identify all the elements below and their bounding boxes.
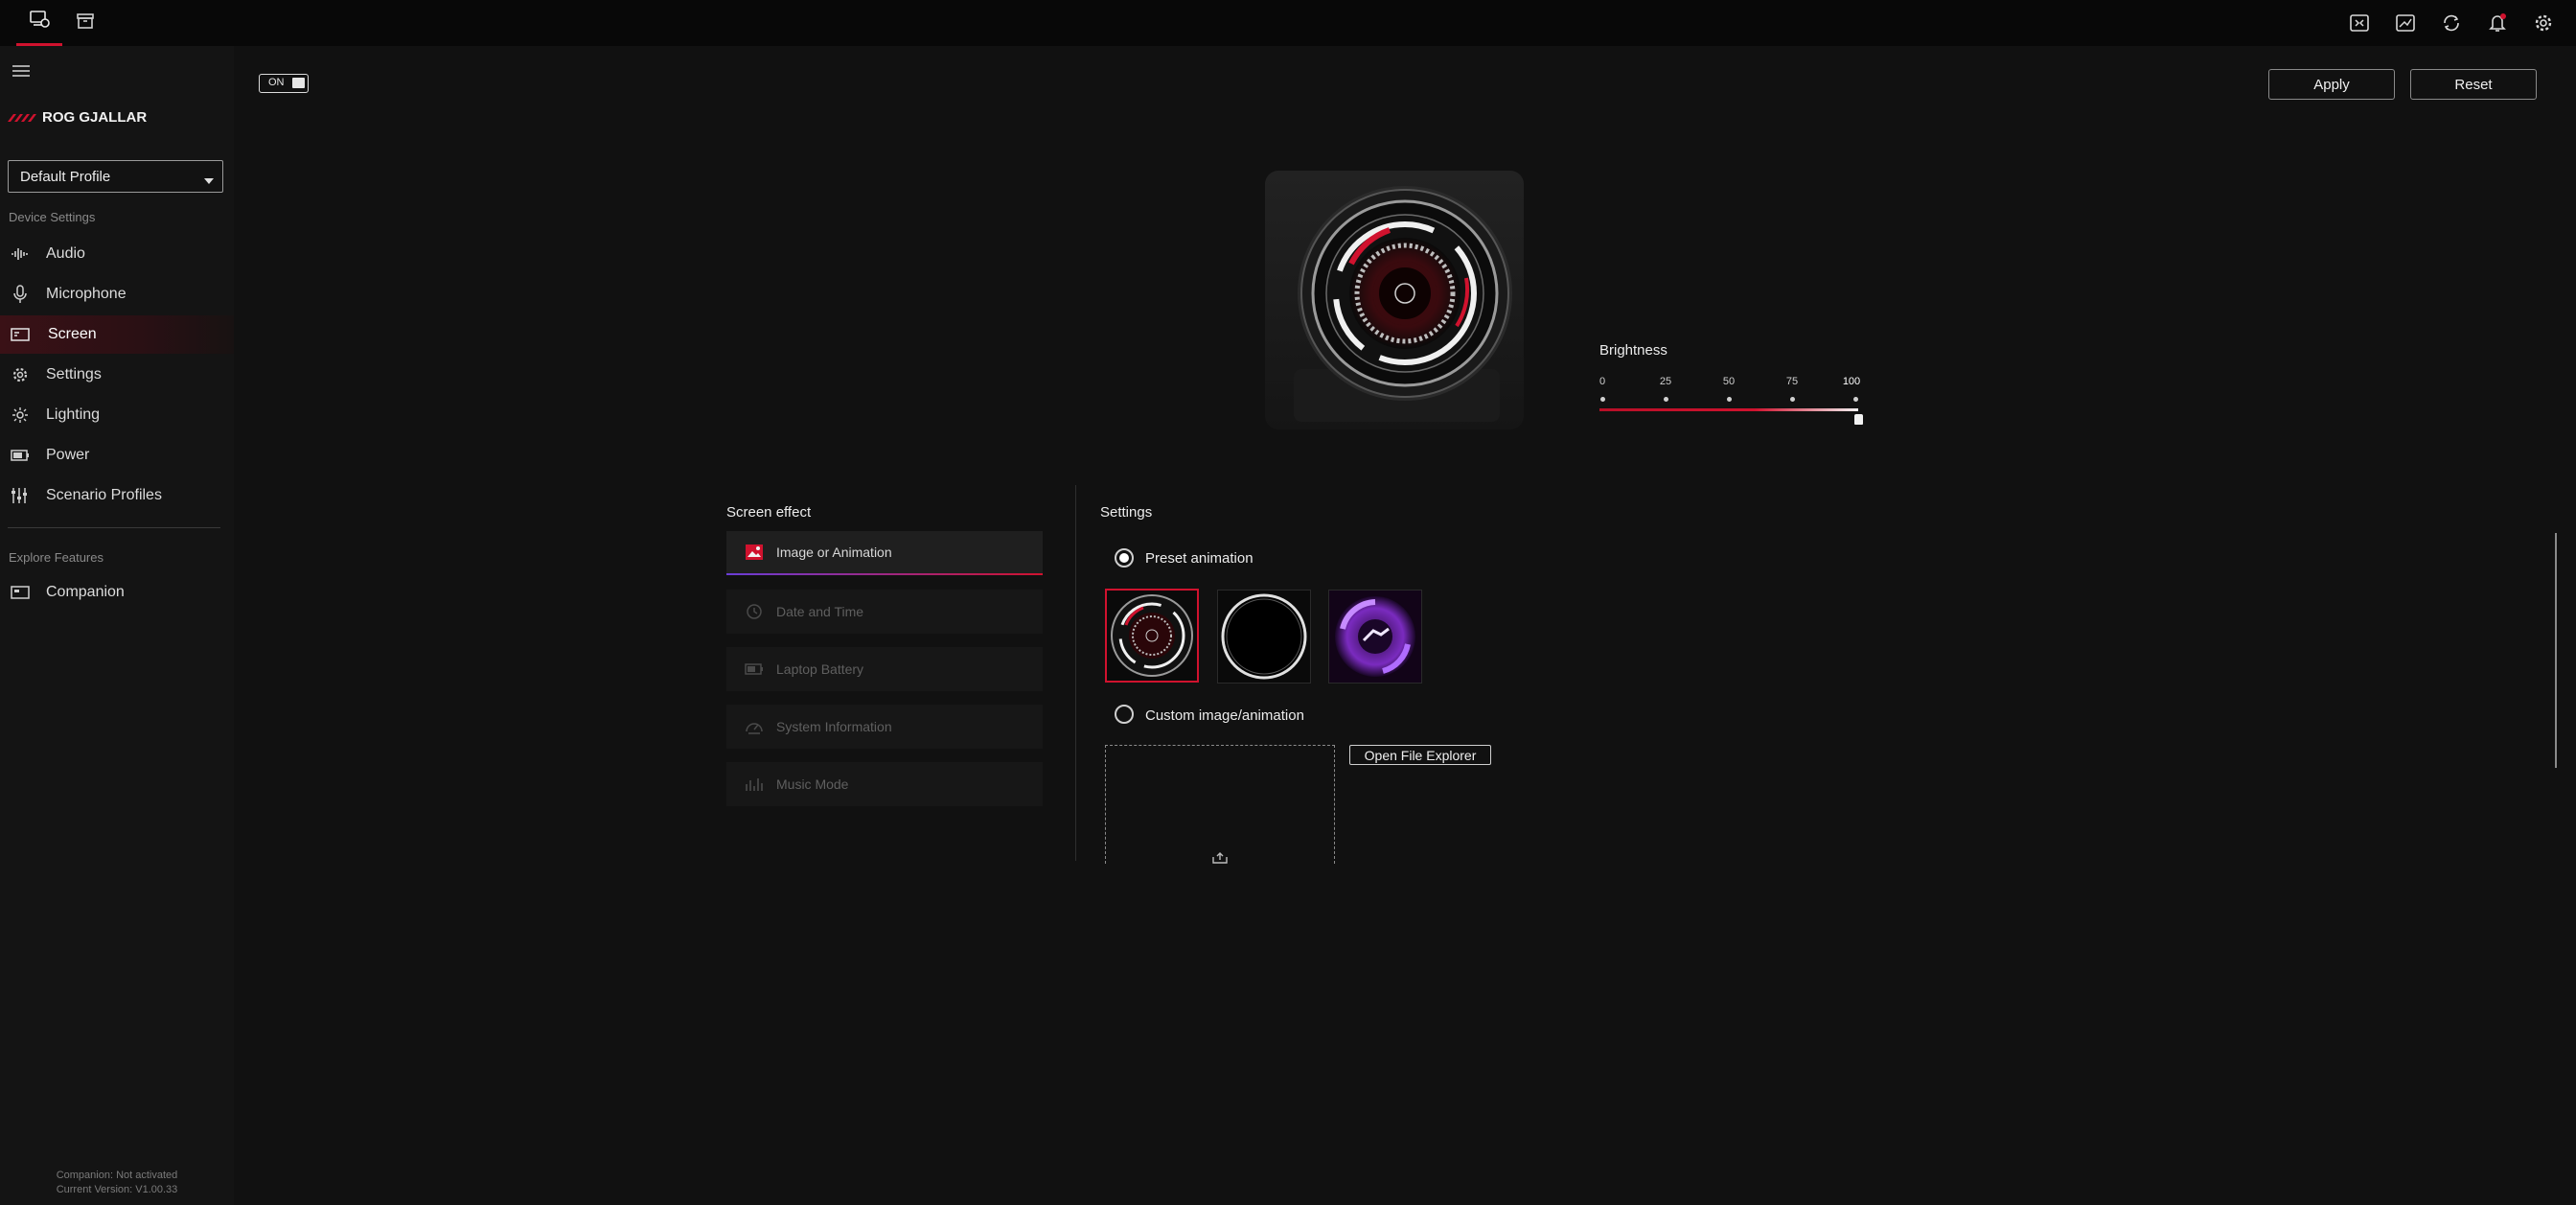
profile-dropdown[interactable]: Default Profile — [8, 160, 223, 193]
tick-dot — [1727, 397, 1732, 402]
effect-label: Image or Animation — [776, 545, 892, 560]
effect-laptop-battery[interactable]: Laptop Battery — [726, 647, 1043, 691]
sidebar-item-label: Scenario Profiles — [46, 487, 162, 503]
preset-thumbnail-2[interactable] — [1217, 590, 1311, 684]
sidebar-item-audio[interactable]: Audio — [0, 235, 234, 273]
tick-label: 50 — [1722, 376, 1736, 387]
preset-animation-label: Preset animation — [1145, 550, 1254, 567]
sidebar-item-label: Screen — [48, 326, 97, 342]
gauge-icon — [744, 716, 765, 737]
effect-music-mode[interactable]: Music Mode — [726, 762, 1043, 806]
sidebar-item-screen[interactable]: Screen — [0, 315, 234, 354]
sidebar-item-lighting[interactable]: Lighting — [0, 396, 234, 434]
device-preview — [1246, 163, 1533, 441]
store-icon — [75, 11, 96, 36]
tab-device[interactable] — [16, 0, 62, 46]
sidebar-item-label: Settings — [46, 366, 102, 382]
section-device-settings: Device Settings — [9, 210, 96, 224]
custom-image-label: Custom image/animation — [1145, 707, 1304, 724]
screen-icon — [10, 324, 31, 345]
keyboard-icon[interactable] — [2346, 10, 2373, 36]
effect-image-or-animation[interactable]: Image or Animation — [726, 531, 1043, 575]
system-monitor-icon[interactable] — [2392, 10, 2419, 36]
sidebar-item-settings[interactable]: Settings — [0, 356, 234, 394]
sidebar: ROG GJALLAR Default Profile Device Setti… — [0, 46, 234, 1205]
tick-dot — [1790, 397, 1795, 402]
effect-label: Music Mode — [776, 776, 849, 792]
equalizer-icon — [744, 774, 765, 795]
effect-date-and-time[interactable]: Date and Time — [726, 590, 1043, 634]
toggle-label: ON — [268, 77, 285, 88]
sidebar-item-label: Power — [46, 447, 90, 463]
brightness-slider[interactable]: 0 25 50 75 100 — [1583, 372, 1871, 429]
open-file-explorer-button[interactable]: Open File Explorer — [1349, 745, 1491, 765]
screen-effect-title: Screen effect — [726, 504, 812, 521]
tick-dot — [1853, 397, 1858, 402]
sidebar-item-scenario-profiles[interactable]: Scenario Profiles — [0, 476, 234, 515]
divider — [8, 527, 220, 528]
sync-icon[interactable] — [2438, 10, 2465, 36]
gear-icon — [10, 364, 31, 385]
upload-icon — [1211, 851, 1229, 865]
sidebar-item-power[interactable]: Power — [0, 436, 234, 475]
top-bar — [0, 0, 2576, 46]
tick-dot — [1600, 397, 1605, 402]
rog-logo-icon — [8, 111, 36, 123]
image-icon — [744, 542, 765, 563]
clock-icon — [744, 601, 765, 622]
effect-label: Laptop Battery — [776, 661, 864, 677]
settings-title: Settings — [1100, 504, 1153, 521]
slider-track — [1599, 408, 1858, 411]
battery-icon — [744, 659, 765, 680]
sidebar-item-label: Companion — [46, 584, 125, 600]
tab-store[interactable] — [62, 0, 108, 46]
sidebar-item-label: Audio — [46, 245, 85, 262]
custom-image-dropzone[interactable] — [1105, 745, 1335, 864]
tick-label: 75 — [1785, 376, 1799, 387]
brand: ROG GJALLAR — [8, 107, 147, 127]
sidebar-footer: Companion: Not activated Current Version… — [0, 1169, 234, 1197]
tick-dot — [1664, 397, 1668, 402]
chevron-down-icon — [203, 173, 215, 184]
battery-icon — [10, 445, 31, 466]
microphone-icon — [10, 284, 31, 305]
scrollbar[interactable] — [2555, 533, 2557, 768]
preset-thumbnail-3[interactable] — [1328, 590, 1422, 684]
notification-bell-icon[interactable] — [2484, 10, 2511, 36]
divider — [1075, 485, 1076, 861]
brightness-label: Brightness — [1599, 342, 1668, 359]
sliders-icon — [10, 485, 31, 506]
device-icon — [28, 9, 51, 35]
tick-label: 25 — [1659, 376, 1672, 387]
custom-image-radio[interactable] — [1115, 705, 1134, 724]
preset-thumbnail-1[interactable] — [1105, 589, 1199, 683]
sidebar-item-label: Lighting — [46, 406, 101, 423]
hamburger-menu-icon[interactable] — [12, 63, 31, 79]
brand-name: ROG GJALLAR — [42, 108, 148, 126]
apply-button[interactable]: Apply — [2268, 69, 2395, 100]
tick-label: 0 — [1598, 376, 1606, 387]
preset-animation-radio[interactable] — [1115, 548, 1134, 568]
tick-label: 100 — [1842, 376, 1861, 387]
effect-label: Date and Time — [776, 604, 864, 619]
profile-selected: Default Profile — [20, 168, 111, 185]
companion-status: Companion: Not activated — [56, 1170, 178, 1181]
companion-icon — [10, 582, 31, 603]
lighting-icon — [10, 405, 31, 426]
sidebar-item-microphone[interactable]: Microphone — [0, 275, 234, 313]
effect-label: System Information — [776, 719, 892, 734]
toggle-knob — [292, 78, 305, 88]
sidebar-item-label: Microphone — [46, 286, 126, 302]
reset-button[interactable]: Reset — [2410, 69, 2537, 100]
section-explore-features: Explore Features — [9, 550, 104, 565]
sidebar-item-companion[interactable]: Companion — [0, 573, 234, 612]
effect-system-information[interactable]: System Information — [726, 705, 1043, 749]
current-version: Current Version: V1.00.33 — [56, 1184, 178, 1195]
gear-icon[interactable] — [2530, 10, 2557, 36]
audio-waveform-icon — [10, 243, 31, 265]
screen-power-toggle[interactable]: ON — [259, 74, 309, 93]
slider-handle[interactable] — [1854, 414, 1863, 425]
